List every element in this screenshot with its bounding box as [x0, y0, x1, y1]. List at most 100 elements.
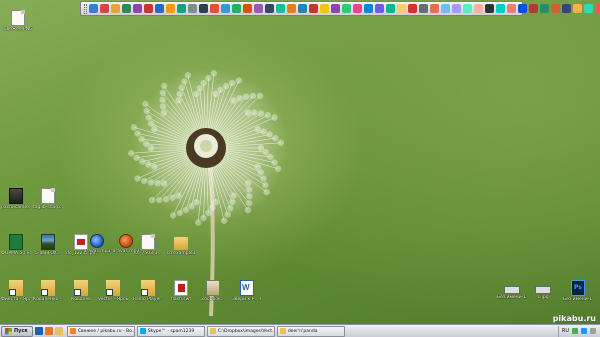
window-app-icon [279, 328, 286, 334]
desktop-icon[interactable]: Zoobook... [198, 280, 228, 302]
archive-icon [206, 280, 220, 296]
desktop-icon[interactable]: Коваленко - Ярлык [33, 280, 63, 302]
volume-icon[interactable] [581, 328, 587, 334]
launcher-app-icon[interactable] [584, 4, 593, 13]
launcher-app-icon[interactable] [540, 4, 549, 13]
launcher-app-icon[interactable] [199, 4, 208, 13]
start-button[interactable]: Пуск [1, 325, 33, 337]
launcher-app-icon[interactable] [463, 4, 472, 13]
desktop-icon[interactable]: aravas.mp3 [82, 234, 112, 254]
launcher-app-icon[interactable] [485, 4, 494, 13]
desktop-icon-label: Без имени-1.tif [497, 295, 527, 300]
desktop-icon[interactable]: Vector - Ярлык [98, 280, 128, 302]
launcher-app-icon[interactable] [111, 4, 120, 13]
launcher-app-icon[interactable] [397, 4, 406, 13]
desktop-icon[interactable]: taglib-sharp.dll [33, 188, 63, 210]
launcher-app-icon[interactable] [551, 4, 560, 13]
desktop-icon-label: LC-7503-1... [134, 251, 162, 256]
launcher-app-icon[interactable] [452, 4, 461, 13]
folder-shortcut-icon [106, 280, 120, 296]
desktop-icon[interactable]: ФОРМА 50 на 29.12.2013... [1, 234, 31, 256]
desktop-icon[interactable]: LC-7503-1... [133, 234, 163, 256]
desktop-icon[interactable]: 5-авиFOX... [33, 234, 63, 256]
start-label: Пуск [14, 328, 28, 334]
launcher-app-icon[interactable] [364, 4, 373, 13]
launcher-app-icon[interactable] [320, 4, 329, 13]
launcher-app-icon[interactable] [386, 4, 395, 13]
desktop-icon-label: 1.jpg [537, 295, 549, 300]
launcher-app-icon[interactable] [441, 4, 450, 13]
desktop-icon[interactable]: flash.swf [166, 280, 196, 302]
launcher-app-icon[interactable] [518, 4, 527, 13]
launcher-app-icon[interactable] [507, 4, 516, 13]
launcher-app-icon[interactable] [331, 4, 340, 13]
launcher-app-icon[interactable] [573, 4, 582, 13]
desktop-icon[interactable]: Без имени-1.tif [497, 280, 527, 300]
desktop-icon-label: taglib-sharp.dll [33, 205, 63, 210]
desktop-icon[interactable]: Фиеста - Ярлык [1, 280, 31, 302]
launcher-app-icon[interactable] [562, 4, 571, 13]
desktop-icon[interactable]: Без имени-1.psd [563, 280, 593, 302]
launcher-app-icon[interactable] [353, 4, 362, 13]
desktop-icon[interactable]: расписание... [1, 188, 31, 210]
launcher-app-icon[interactable] [133, 4, 142, 13]
desktop-icon-label: cd example1 [166, 251, 196, 256]
launcher-app-icon[interactable] [496, 4, 505, 13]
launcher-app-icon[interactable] [287, 4, 296, 13]
desktop-icon[interactable]: 1.jpg [528, 280, 558, 300]
launcher-app-icon[interactable] [210, 4, 219, 13]
taskbar-window-button[interactable]: deer'n'panda [276, 325, 345, 337]
launcher-app-icon[interactable] [177, 4, 186, 13]
launcher-app-icon[interactable] [419, 4, 428, 13]
launcher-app-icon[interactable] [375, 4, 384, 13]
desktop-icon[interactable]: Radio Player - Ярлык [133, 280, 163, 302]
desktop-icon-label: Фиеста - Ярлык [1, 297, 31, 302]
explorer-quicklaunch-icon[interactable] [54, 327, 63, 335]
image-file-icon [504, 286, 520, 294]
desktop-icon[interactable]: Ковалев [66, 280, 96, 302]
language-indicator[interactable]: RU [562, 328, 569, 334]
launcher-app-icon[interactable] [166, 4, 175, 13]
window-title: Skype™ - spam1239 [147, 328, 195, 334]
image-file-icon [41, 234, 55, 250]
media-player-icon [90, 234, 104, 248]
launcher-app-icon[interactable] [298, 4, 307, 13]
show-desktop-icon[interactable] [34, 327, 43, 335]
launcher-app-icon[interactable] [155, 4, 164, 13]
desktop-icon-label: расписание... [1, 205, 31, 210]
browser-quicklaunch-icon[interactable] [44, 327, 53, 335]
launcher-app-icon[interactable] [408, 4, 417, 13]
launcher-app-icon[interactable] [232, 4, 241, 13]
taskbar-window-button[interactable]: C:\Dropbox\images\Vect... [206, 325, 275, 337]
network-icon[interactable] [572, 328, 578, 334]
quick-launch-toolbar [80, 1, 600, 16]
windows-logo-icon [5, 327, 12, 335]
desktop-icon[interactable]: Свежее.PNG [3, 10, 33, 32]
desktop-icon[interactable]: Звери к Р... Новый.docx [232, 280, 262, 302]
launcher-app-icon[interactable] [254, 4, 263, 13]
launcher-app-icon[interactable] [243, 4, 252, 13]
launcher-app-icon[interactable] [89, 4, 98, 13]
file-icon [41, 188, 55, 204]
launcher-app-icon[interactable] [276, 4, 285, 13]
launcher-app-icon[interactable] [474, 4, 483, 13]
image-file-icon [535, 286, 551, 294]
excel-file-icon [9, 234, 23, 250]
launcher-app-icon[interactable] [265, 4, 274, 13]
launcher-app-icon[interactable] [221, 4, 230, 13]
folder-icon [174, 237, 188, 250]
toolbar-grip-icon[interactable] [84, 3, 87, 14]
launcher-app-icon[interactable] [430, 4, 439, 13]
launcher-app-icon[interactable] [529, 4, 538, 13]
desktop-icon[interactable]: cd example1 [166, 234, 196, 256]
launcher-app-icon[interactable] [342, 4, 351, 13]
taskbar-window-button[interactable]: Skype™ - spam1239 [136, 325, 205, 337]
tray-app-icon[interactable] [590, 328, 596, 334]
launcher-app-icon[interactable] [144, 4, 153, 13]
launcher-app-icon[interactable] [309, 4, 318, 13]
launcher-app-icon[interactable] [122, 4, 131, 13]
taskbar-window-button[interactable]: Свежее / pikabu.ru - Bo... [66, 325, 135, 337]
launcher-app-icon[interactable] [100, 4, 109, 13]
launcher-app-icon[interactable] [595, 4, 600, 13]
launcher-app-icon[interactable] [188, 4, 197, 13]
